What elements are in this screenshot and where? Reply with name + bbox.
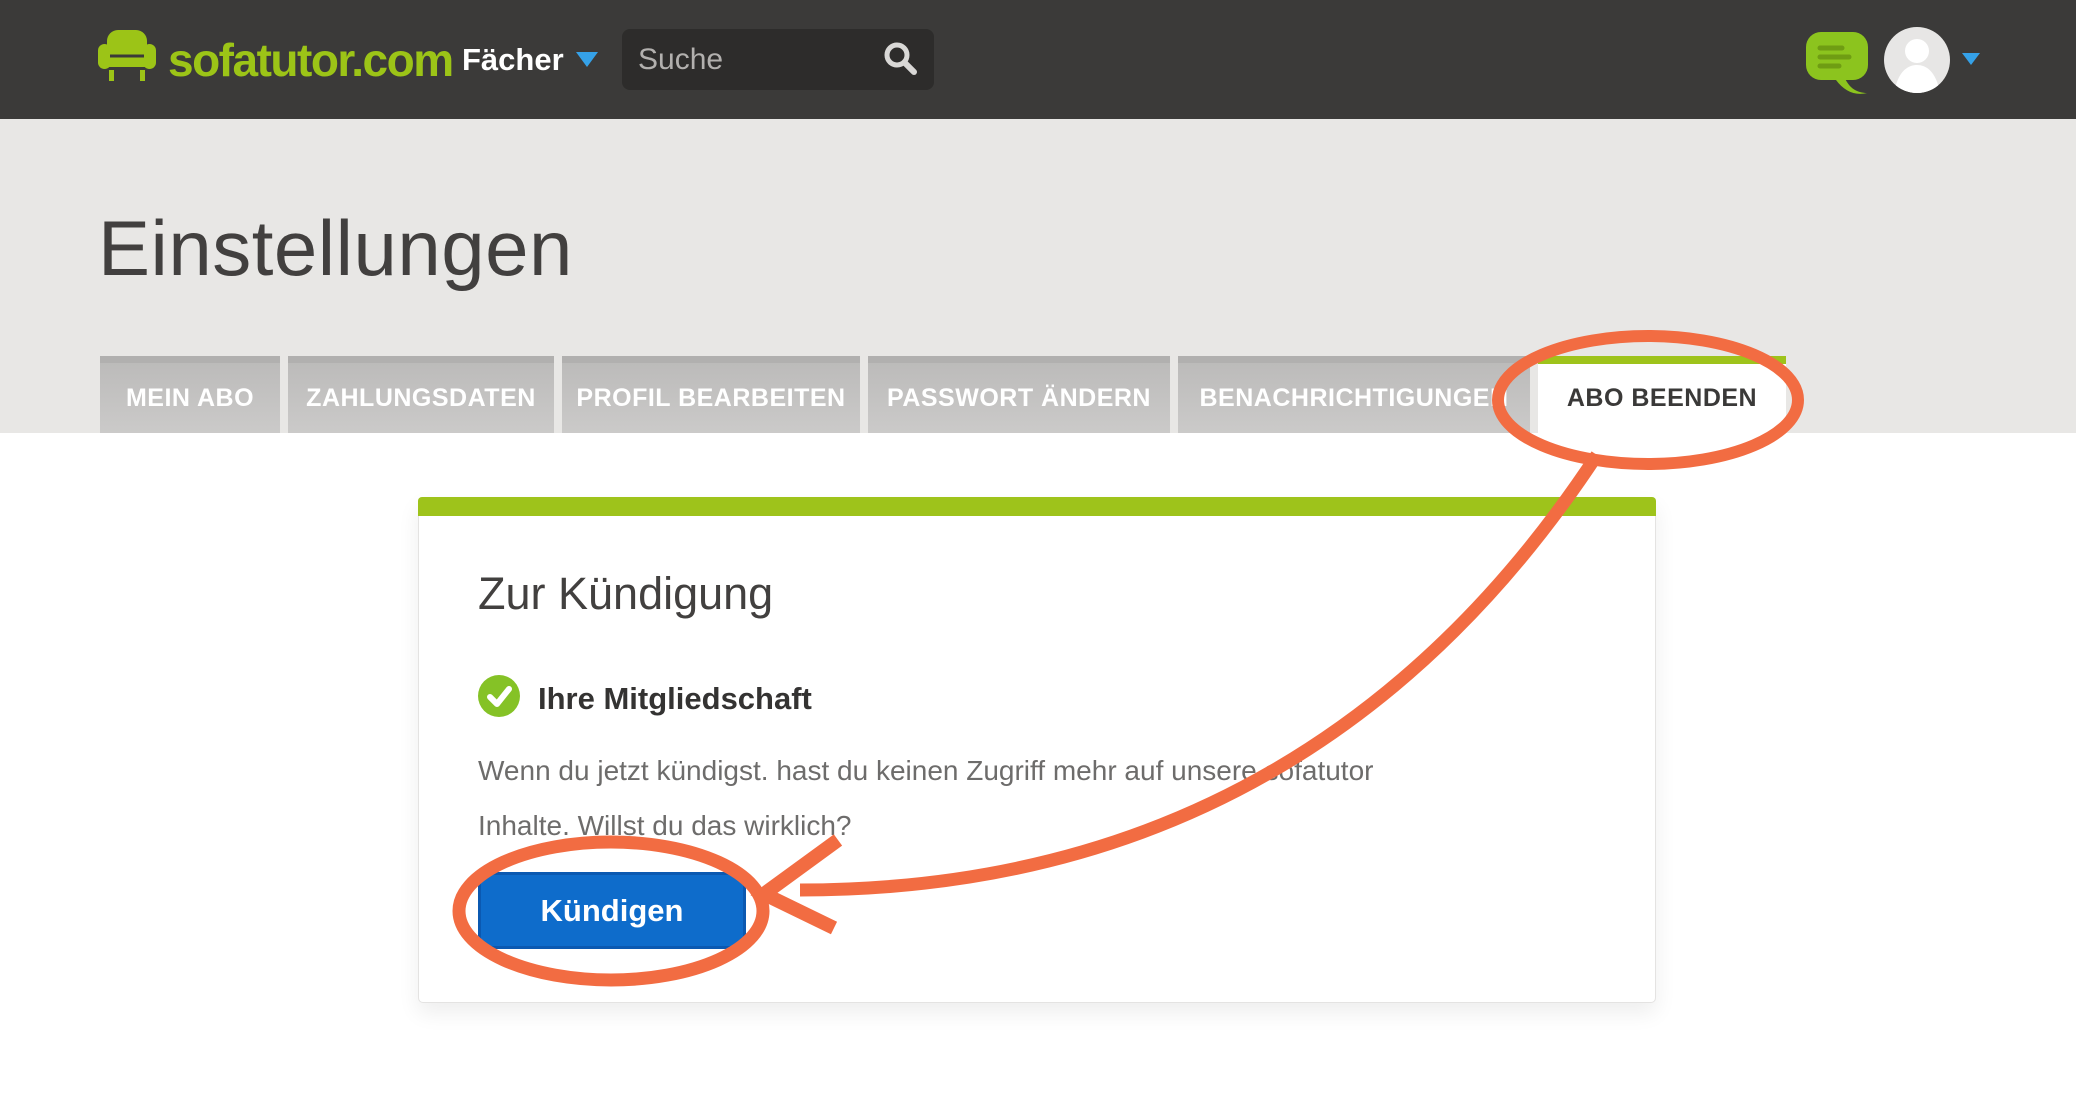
cancellation-body-text: Wenn du jetzt kündigst. hast du keinen Z… — [478, 744, 1538, 853]
nav-menu-faecher[interactable]: Fächer — [462, 0, 598, 119]
search-box — [622, 29, 934, 90]
tab-zahlungsdaten[interactable]: ZAHLUNGSDATEN — [288, 356, 554, 433]
tab-abo-beenden[interactable]: ABO BEENDEN — [1538, 356, 1786, 433]
cancellation-card: Zur Kündigung Ihre Mitgliedschaft Wenn d… — [418, 497, 1656, 1003]
messages-button[interactable] — [1804, 30, 1872, 99]
menu-label: Fächer — [462, 42, 564, 78]
chat-bubble-icon — [1804, 84, 1872, 99]
membership-title: Ihre Mitgliedschaft — [538, 681, 812, 717]
tab-benachrichtigungen[interactable]: BENACHRICHTIGUNGEN — [1178, 356, 1530, 433]
chevron-down-icon — [576, 52, 598, 67]
search-icon[interactable] — [882, 40, 918, 79]
brand-logo[interactable]: sofatutor.com — [98, 28, 453, 91]
sofa-icon — [98, 28, 156, 91]
card-top-accent-bar — [418, 497, 1656, 516]
brand-name: sofatutor.com — [168, 33, 453, 87]
card-heading: Zur Kündigung — [478, 568, 1655, 620]
avatar[interactable] — [1884, 27, 1950, 93]
tab-profil-bearbeiten[interactable]: PROFIL BEARBEITEN — [562, 356, 860, 433]
settings-header-section: Einstellungen MEIN ABO ZAHLUNGSDATEN PRO… — [0, 119, 2076, 433]
account-chevron-down-icon[interactable] — [1962, 53, 1980, 65]
body-line-1: Wenn du jetzt kündigst. hast du keinen Z… — [478, 744, 1538, 799]
membership-row: Ihre Mitgliedschaft — [478, 675, 1655, 722]
tab-mein-abo[interactable]: MEIN ABO — [100, 356, 280, 433]
page-title: Einstellungen — [98, 203, 573, 294]
settings-tab-bar: MEIN ABO ZAHLUNGSDATEN PROFIL BEARBEITEN… — [100, 356, 1786, 433]
check-circle-icon — [478, 675, 520, 722]
cancel-subscription-button[interactable]: Kündigen — [478, 872, 746, 949]
search-input[interactable] — [638, 43, 882, 77]
tab-passwort-aendern[interactable]: PASSWORT ÄNDERN — [868, 356, 1170, 433]
body-line-2: Inhalte. Willst du das wirklich? — [478, 799, 1538, 854]
person-icon — [1884, 81, 1950, 93]
navbar: sofatutor.com Fächer — [0, 0, 2076, 119]
